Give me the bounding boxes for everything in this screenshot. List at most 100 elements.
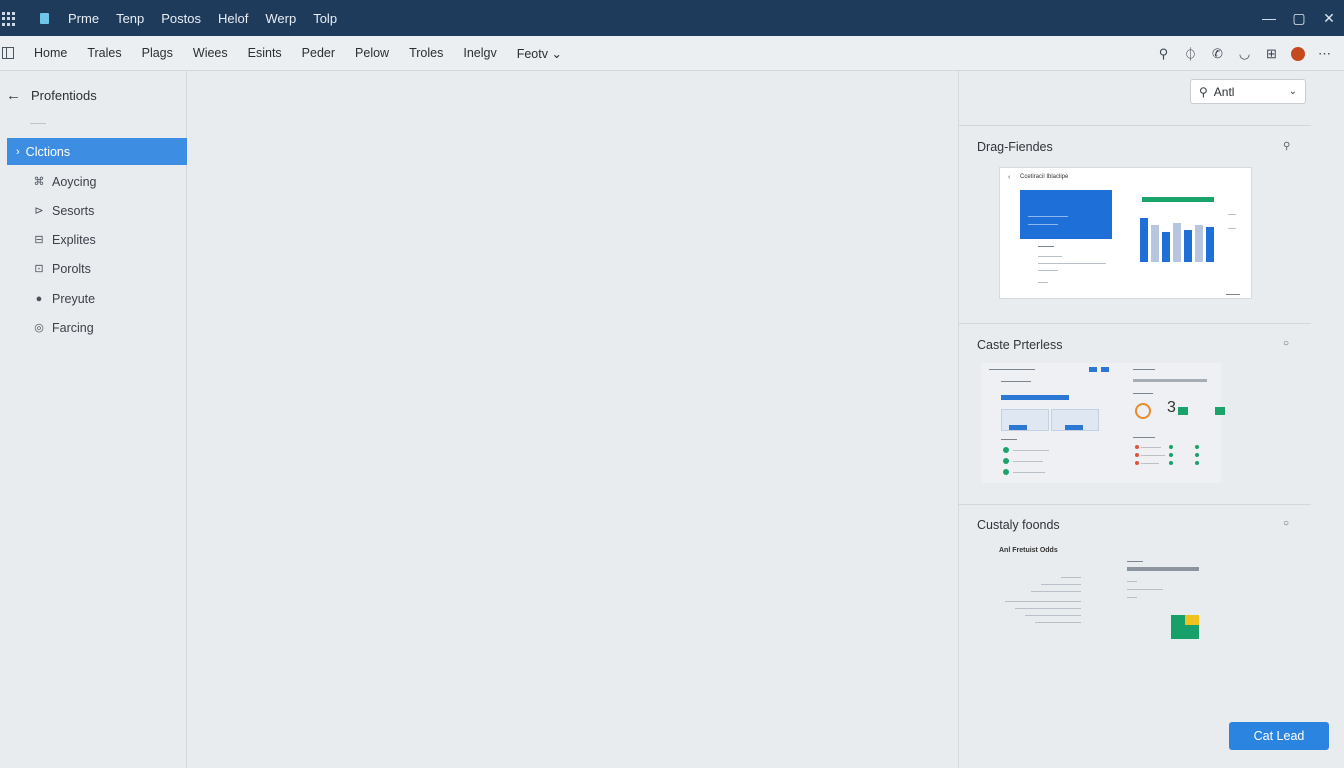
- sidebar-item-porolts[interactable]: ⊡ Porolts: [7, 255, 187, 282]
- close-icon[interactable]: ✕: [1314, 10, 1344, 27]
- status-dot: [1003, 447, 1009, 453]
- text-line: [1028, 216, 1068, 217]
- text-line: [1133, 369, 1155, 370]
- chevron-down-icon: ⌄: [1288, 86, 1297, 97]
- button-shape: [1065, 425, 1083, 430]
- nav-item[interactable]: Troles: [409, 46, 443, 61]
- sidebar-item-sesorts[interactable]: ⊳ Sesorts: [7, 197, 187, 224]
- text-line: [1127, 561, 1143, 562]
- chart-bar: [1173, 223, 1181, 262]
- text-line: [1038, 263, 1106, 264]
- menu-item[interactable]: Werp: [265, 11, 296, 26]
- template-thumbnail[interactable]: ‹ Ccetiracil Iblaclipe: [999, 167, 1252, 299]
- nav-item[interactable]: Trales: [87, 46, 121, 61]
- status-dot: [1195, 461, 1199, 465]
- text-line: [1141, 447, 1161, 448]
- nav-item[interactable]: Peder: [302, 46, 335, 61]
- nav-item[interactable]: Home: [34, 46, 67, 61]
- minimize-icon[interactable]: —: [1254, 10, 1284, 26]
- text-line: [1038, 256, 1062, 257]
- phone-icon[interactable]: ✆: [1204, 46, 1231, 62]
- globe-icon: ●: [35, 292, 43, 305]
- status-dot: [1135, 445, 1139, 449]
- shield-icon[interactable]: ◡: [1231, 46, 1258, 62]
- nav-item[interactable]: Pelow: [355, 46, 389, 61]
- search-icon[interactable]: ⚲: [1150, 46, 1177, 62]
- menu-item[interactable]: Prme: [68, 11, 99, 26]
- nav-dropdown[interactable]: Feotv ⌄: [517, 46, 562, 61]
- section-title: Drag-Fiendes: [977, 140, 1053, 154]
- more-icon[interactable]: ⋯: [1311, 46, 1338, 62]
- template-thumbnail[interactable]: 3: [981, 363, 1225, 483]
- text-line: [1028, 224, 1058, 225]
- text-line: [1038, 282, 1048, 283]
- sidebar-item-clctions[interactable]: › Clctions: [7, 138, 187, 165]
- text-line: [1228, 214, 1236, 215]
- right-panel: ⚲ Antl ⌄ Drag-Fiendes ⚲ ‹ Ccetiracil Ibl…: [958, 71, 1344, 768]
- section-title: Caste Prterless: [977, 338, 1063, 352]
- avatar[interactable]: [1291, 46, 1305, 61]
- status-dot: [1003, 469, 1009, 475]
- sidebar-item-farcing[interactable]: ◎ Farcing: [7, 314, 187, 341]
- nav-item[interactable]: Plags: [142, 46, 173, 61]
- status-dot: [1003, 458, 1009, 464]
- sidebar-item-explites[interactable]: ⊟ Explites: [7, 226, 187, 253]
- cat-lead-button[interactable]: Cat Lead: [1229, 722, 1329, 750]
- filter-select[interactable]: ⚲ Antl ⌄: [1190, 79, 1306, 104]
- progress-bar: [1142, 197, 1214, 202]
- text-line: [1061, 577, 1081, 578]
- chevron-right-icon: ›: [16, 145, 20, 158]
- sidebar-item-label: Explites: [52, 232, 96, 247]
- circle-icon[interactable]: ○: [1283, 338, 1289, 349]
- text-line: [1013, 461, 1043, 462]
- status-dot: [1169, 453, 1173, 457]
- chart-bar: [1184, 230, 1192, 262]
- app-grid-icon[interactable]: [2, 10, 18, 26]
- status-dot: [1195, 445, 1199, 449]
- nav-item[interactable]: Wiees: [193, 46, 228, 61]
- main-canvas[interactable]: [188, 71, 958, 768]
- sidebar-item-label: Sesorts: [52, 203, 95, 218]
- sidebar-toggle-icon[interactable]: [2, 47, 14, 59]
- record-icon[interactable]: ⏀: [1177, 44, 1204, 63]
- sidebar-item-aoycing[interactable]: ⌘ Aoycing: [7, 168, 187, 195]
- search-icon[interactable]: ⚲: [1283, 141, 1290, 152]
- maximize-icon[interactable]: ▢: [1284, 10, 1314, 27]
- section-divider: [959, 504, 1311, 505]
- box-minus-icon: ⊟: [34, 234, 44, 246]
- status-dot: [1169, 461, 1173, 465]
- button-shape: [1101, 367, 1109, 372]
- template-thumbnail[interactable]: Anl Fretuist Odds: [981, 543, 1221, 653]
- back-arrow-icon[interactable]: ←: [6, 87, 21, 104]
- sidebar-item-preyute[interactable]: ● Preyute: [7, 285, 187, 312]
- section-divider: [959, 125, 1311, 126]
- grid-view-icon[interactable]: ⊞: [1258, 46, 1285, 62]
- text-line: [1035, 622, 1081, 623]
- text-line: [1001, 381, 1031, 382]
- menu-bar: Prme Tenp Postos Helof Werp Tolp: [68, 11, 354, 26]
- chart-bar: [1151, 225, 1159, 262]
- menu-item[interactable]: Postos: [161, 11, 201, 26]
- stat-chip: [1178, 407, 1188, 415]
- menu-item[interactable]: Tenp: [116, 11, 144, 26]
- sidebar-item-label: Aoycing: [52, 174, 97, 189]
- sidebar-title: Profentiods: [31, 88, 97, 103]
- status-dot: [1135, 461, 1139, 465]
- menu-item[interactable]: Helof: [218, 11, 248, 26]
- button-shape: [1001, 395, 1069, 400]
- menu-item[interactable]: Tolp: [313, 11, 337, 26]
- button-shape: [1089, 367, 1097, 372]
- app-icon: [40, 12, 49, 24]
- circle-icon[interactable]: ○: [1283, 518, 1289, 529]
- nav-item[interactable]: Inelgv: [463, 46, 496, 61]
- text-line: [1141, 455, 1165, 456]
- text-line: [1127, 597, 1137, 598]
- text-line: [1133, 379, 1207, 382]
- section-divider: [959, 323, 1311, 324]
- text-line: [1031, 591, 1081, 592]
- toolbar-tools: ⚲ ⏀ ✆ ◡ ⊞ ⋯: [1150, 36, 1338, 71]
- nav-item[interactable]: Esints: [248, 46, 282, 61]
- text-line: [1038, 270, 1058, 271]
- highlight-block: [1020, 190, 1112, 239]
- status-dot: [1195, 453, 1199, 457]
